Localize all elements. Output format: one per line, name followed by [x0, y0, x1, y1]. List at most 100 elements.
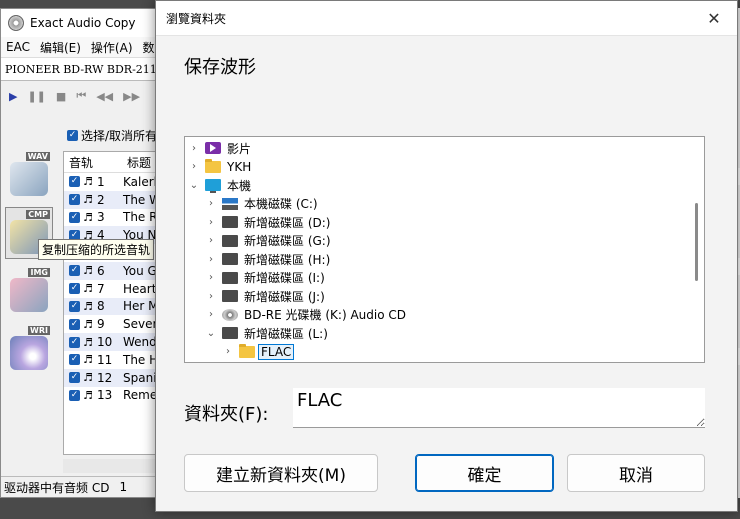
drive-icon [222, 253, 238, 265]
tree-item-label: 新增磁碟區 (J:) [244, 289, 325, 304]
checkbox-checked-icon[interactable]: ✓ [69, 194, 80, 206]
tree-item[interactable]: › FLAC [221, 343, 295, 361]
img-drive-icon [10, 278, 48, 312]
tree-item[interactable]: › BD-RE 光碟機 (K:) Audio CD [204, 306, 408, 324]
ok-button[interactable]: 確定 [415, 454, 554, 492]
dialog-title: 瀏覽資料夾 [166, 11, 227, 26]
cd-icon [222, 308, 238, 321]
eac-menubar: EAC 编辑(E) 操作(A) 数 [1, 37, 169, 58]
tooltip: 复制压缩的所选音轨 [38, 239, 155, 260]
menu-edit[interactable]: 编辑(E) [35, 39, 86, 56]
chevron-right-icon[interactable]: › [204, 217, 218, 228]
chevron-right-icon[interactable]: › [204, 272, 218, 283]
monitor-icon [205, 179, 221, 193]
chevron-right-icon[interactable]: › [221, 346, 235, 357]
checkbox-checked-icon[interactable]: ✓ [69, 318, 80, 330]
folder-label: 資料夾(F): [184, 404, 269, 425]
track-title: Heart [123, 281, 157, 296]
tree-item[interactable]: › 影片 [187, 139, 253, 157]
close-icon[interactable]: ✕ [691, 1, 737, 35]
chevron-right-icon[interactable]: › [187, 161, 201, 172]
menu-eac[interactable]: EAC [1, 40, 35, 54]
tree-item[interactable]: › 新增磁碟區 (H:) [204, 250, 332, 268]
cancel-button[interactable]: 取消 [567, 454, 705, 492]
rewind-icon[interactable]: ◀◀ [96, 90, 113, 103]
horizontal-scrollbar[interactable] [63, 459, 169, 473]
select-all-checkbox[interactable]: ✓ 选择/取消所有 [67, 127, 157, 144]
checkbox-checked-icon[interactable]: ✓ [69, 300, 80, 312]
pause-icon[interactable]: ❚❚ [27, 90, 45, 103]
browse-folder-dialog: 瀏覽資料夾 ✕ 保存波形 › 影片 › YKH ⌄ 本機 › 本機磁碟 (C:) › 新增磁碟區 … [155, 0, 738, 512]
forward-icon[interactable]: ▶▶ [123, 90, 140, 103]
folder-input[interactable]: FLAC [293, 388, 705, 428]
button-tag: CMP [26, 210, 50, 219]
menu-action[interactable]: 操作(A) [86, 39, 138, 56]
music-note-icon: ♬ [83, 371, 93, 385]
button-tag: WRI [28, 326, 50, 335]
music-note-icon: ♬ [83, 353, 93, 367]
checkbox-checked-icon[interactable]: ✓ [69, 354, 80, 366]
track-number: 8 [97, 299, 105, 314]
track-title: The R [123, 210, 158, 225]
tree-item-label: 新增磁碟區 (I:) [244, 271, 325, 285]
music-note-icon: ♬ [83, 264, 93, 278]
chevron-right-icon[interactable]: › [204, 198, 218, 209]
music-note-icon: ♬ [83, 193, 93, 207]
tree-item[interactable]: › 新增磁碟區 (D:) [204, 213, 332, 231]
drive-icon [222, 234, 238, 247]
tree-item[interactable]: › 新增磁碟區 (J:) [204, 287, 327, 305]
previous-track-icon[interactable]: ⏮ [76, 89, 86, 103]
tree-item[interactable]: › 新增磁碟區 (G:) [204, 232, 333, 250]
eac-title: Exact Audio Copy [30, 16, 136, 30]
tree-item[interactable]: ⌄ 新增磁碟區 (L:) [204, 324, 330, 342]
music-note-icon: ♬ [83, 299, 93, 313]
music-note-icon: ♬ [83, 175, 93, 189]
chevron-right-icon[interactable]: › [204, 291, 218, 302]
tree-item-label: BD-RE 光碟機 (K:) Audio CD [244, 308, 406, 322]
checkbox-checked-icon[interactable]: ✓ [69, 283, 80, 295]
video-icon [205, 142, 221, 154]
checkbox-checked-icon[interactable]: ✓ [69, 372, 80, 384]
tree-item[interactable]: › 新增磁碟區 (I:) [204, 269, 327, 287]
checkbox-checked-icon[interactable]: ✓ [67, 130, 78, 141]
chevron-right-icon[interactable]: › [187, 143, 201, 154]
folder-tree[interactable]: › 影片 › YKH ⌄ 本機 › 本機磁碟 (C:) › 新增磁碟區 (D:) › 新增磁碟區 (G… [184, 136, 705, 363]
drive-icon [222, 271, 238, 284]
chevron-down-icon[interactable]: ⌄ [187, 180, 201, 191]
copy-image-button[interactable]: IMG [5, 265, 53, 317]
write-cd-button[interactable]: WRI [5, 323, 53, 375]
track-number: 2 [97, 192, 105, 207]
column-title[interactable]: 标题 [127, 154, 151, 171]
music-note-icon: ♬ [83, 317, 93, 331]
tree-item[interactable]: › YKH [187, 158, 253, 176]
tree-item-label: 本機 [227, 178, 252, 193]
checkbox-checked-icon[interactable]: ✓ [69, 389, 80, 401]
track-number: 1 [97, 174, 105, 189]
drive-icon [222, 216, 238, 228]
tree-item-label: 新增磁碟區 (H:) [244, 252, 331, 267]
tree-item-label: 新增磁碟區 (D:) [244, 215, 331, 230]
chevron-right-icon[interactable]: › [204, 254, 218, 265]
chevron-down-icon[interactable]: ⌄ [204, 328, 218, 339]
tree-item[interactable]: › 本機磁碟 (C:) [204, 195, 320, 213]
track-title: You G [123, 263, 157, 278]
column-track[interactable]: 音轨 [64, 154, 127, 171]
music-note-icon: ♬ [83, 335, 93, 349]
action-buttons: WAV CMP IMG WRI [5, 149, 57, 381]
tree-scrollbar-thumb[interactable] [695, 203, 698, 281]
tree-item-label: 影片 [227, 141, 252, 156]
copy-wav-button[interactable]: WAV [5, 149, 53, 201]
checkbox-checked-icon[interactable]: ✓ [69, 265, 80, 277]
new-folder-button[interactable]: 建立新資料夾(M) [184, 454, 378, 492]
checkbox-checked-icon[interactable]: ✓ [69, 336, 80, 348]
tree-item[interactable]: ⌄ 本機 [187, 176, 253, 194]
stop-icon[interactable]: ■ [56, 90, 66, 103]
chevron-right-icon[interactable]: › [204, 309, 218, 320]
chevron-right-icon[interactable]: › [204, 235, 218, 246]
drive-selector[interactable]: PIONEER BD-RW BDR-211M [1, 58, 169, 81]
play-icon[interactable]: ▶ [9, 90, 17, 103]
checkbox-checked-icon[interactable]: ✓ [69, 176, 80, 188]
tree-item-label: 新增磁碟區 (G:) [244, 234, 331, 248]
checkbox-checked-icon[interactable]: ✓ [69, 211, 80, 223]
status-extra: 1 [119, 480, 128, 494]
